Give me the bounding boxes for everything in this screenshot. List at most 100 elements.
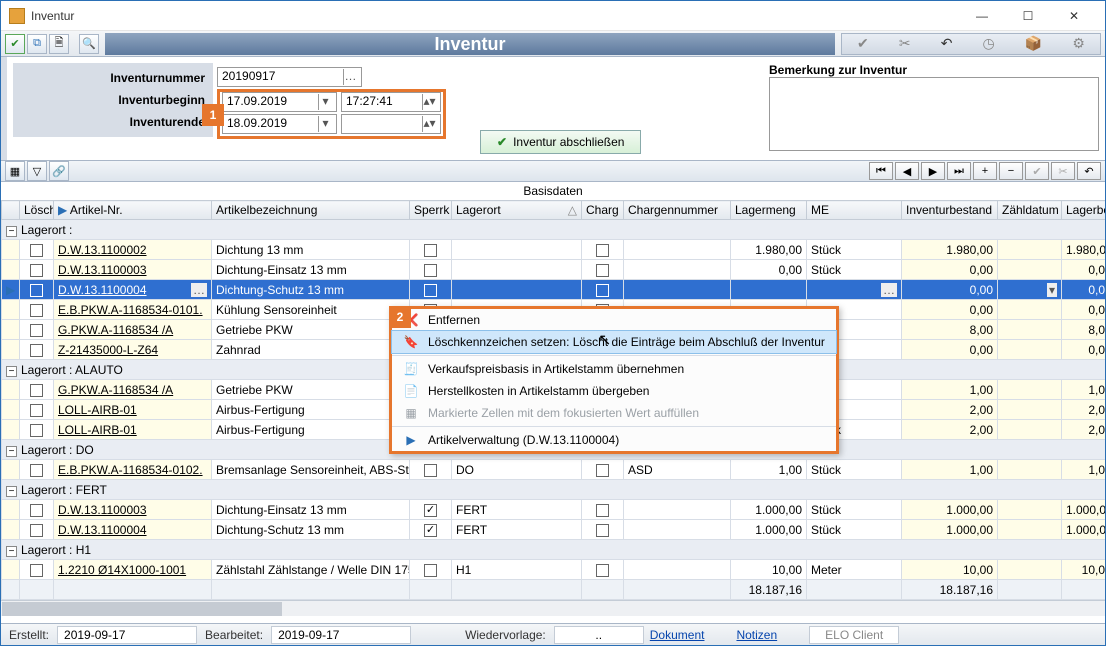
artikel-nr-link[interactable]: LOLL-AIRB-01	[58, 403, 137, 417]
artikel-nr-link[interactable]: G.PKW.A-1168534 /A	[58, 323, 173, 337]
sperr-checkbox[interactable]	[424, 524, 437, 537]
delete-checkbox[interactable]	[30, 404, 43, 417]
sperr-checkbox[interactable]	[424, 284, 437, 297]
sperr-checkbox[interactable]	[424, 504, 437, 517]
artikel-nr-link[interactable]: D.W.13.1100003	[58, 503, 147, 517]
nav-next-button[interactable]: ▶	[921, 162, 945, 180]
chevron-down-icon[interactable]: ▾	[318, 94, 332, 110]
context-menu-item[interactable]: ❌Entfernen	[392, 309, 836, 331]
delete-checkbox[interactable]	[30, 304, 43, 317]
search-icon[interactable]: 🔍	[79, 34, 99, 54]
lookup-icon[interactable]: …	[343, 69, 357, 85]
status-elo-button[interactable]: ELO Client	[809, 626, 899, 644]
end-date-field[interactable]: 18.09.2019	[227, 116, 318, 132]
begin-time-field[interactable]: 17:27:41	[346, 94, 422, 110]
charge-checkbox[interactable]	[596, 464, 609, 477]
col-bezeichnung[interactable]: Artikelbezeichnung	[212, 201, 410, 220]
inventur-abschliessen-button[interactable]: ✔ Inventur abschließen	[480, 130, 641, 154]
artikel-nr-link[interactable]: G.PKW.A-1168534 /A	[58, 383, 173, 397]
begin-date-field[interactable]: 17.09.2019	[227, 94, 318, 110]
charge-checkbox[interactable]	[596, 504, 609, 517]
close-button[interactable]: ✕	[1051, 1, 1097, 31]
minimize-button[interactable]: —	[959, 1, 1005, 31]
context-menu-item[interactable]: ▶Artikelverwaltung (D.W.13.1100004)	[392, 429, 836, 451]
doc-icon[interactable]: 🗎	[49, 34, 69, 54]
chevron-down-icon[interactable]: ▾	[318, 116, 332, 132]
nav-last-button[interactable]: ⏭	[947, 162, 971, 180]
sperr-checkbox[interactable]	[424, 564, 437, 577]
table-row[interactable]: ▶D.W.13.1100004 …Dichtung-Schutz 13 mm…0…	[2, 280, 1106, 300]
table-row[interactable]: D.W.13.1100002Dichtung 13 mm1.980,00Stüc…	[2, 240, 1106, 260]
horizontal-scrollbar[interactable]	[1, 600, 1105, 616]
grid-header-row[interactable]: Lösch ▶ Artikel-Nr. Artikelbezeichnung S…	[2, 201, 1106, 220]
sperr-checkbox[interactable]	[424, 464, 437, 477]
col-zaehldatum[interactable]: Zähldatum	[998, 201, 1062, 220]
artikel-nr-link[interactable]: D.W.13.1100004	[58, 523, 147, 537]
table-row[interactable]: 1.2210 Ø14X1000-1001Zählstahl Zählstange…	[2, 560, 1106, 580]
remark-textarea[interactable]	[769, 77, 1099, 151]
settings-icon[interactable]: ⚙	[1072, 35, 1085, 52]
end-time-field[interactable]	[346, 116, 422, 132]
grid-icon[interactable]: ▦	[5, 161, 25, 181]
link-icon[interactable]: 🔗	[49, 161, 69, 181]
delete-checkbox[interactable]	[30, 384, 43, 397]
table-row[interactable]: D.W.13.1100003Dichtung-Einsatz 13 mm0,00…	[2, 260, 1106, 280]
sperr-checkbox[interactable]	[424, 264, 437, 277]
box-icon[interactable]: 📦	[1025, 35, 1042, 52]
col-sperrk[interactable]: Sperrk	[410, 201, 452, 220]
spinner-icon[interactable]: ▴▾	[422, 94, 436, 110]
confirm-icon[interactable]: ✔	[5, 34, 25, 54]
context-menu-item[interactable]: 📄Herstellkosten in Artikelstamm übergebe…	[392, 380, 836, 402]
delete-checkbox[interactable]	[30, 284, 43, 297]
delete-checkbox[interactable]	[30, 244, 43, 257]
remove-row-button[interactable]: −	[999, 162, 1023, 180]
delete-checkbox[interactable]	[30, 524, 43, 537]
charge-checkbox[interactable]	[596, 284, 609, 297]
charge-checkbox[interactable]	[596, 564, 609, 577]
grid-undo-button[interactable]: ↶	[1077, 162, 1101, 180]
maximize-button[interactable]: ☐	[1005, 1, 1051, 31]
table-row[interactable]: D.W.13.1100004Dichtung-Schutz 13 mmFERT1…	[2, 520, 1106, 540]
delete-checkbox[interactable]	[30, 464, 43, 477]
artikel-nr-link[interactable]: D.W.13.1100003	[58, 263, 147, 277]
delete-checkbox[interactable]	[30, 564, 43, 577]
col-me[interactable]: ME	[807, 201, 902, 220]
filter-icon[interactable]: ▽	[27, 161, 47, 181]
artikel-nr-link[interactable]: D.W.13.1100004	[58, 283, 147, 297]
add-row-button[interactable]: +	[973, 162, 997, 180]
artikel-nr-link[interactable]: 1.2210 Ø14X1000-1001	[58, 563, 186, 577]
clock-icon[interactable]: ◷	[983, 35, 995, 52]
delete-checkbox[interactable]	[30, 324, 43, 337]
table-row[interactable]: D.W.13.1100003Dichtung-Einsatz 13 mmFERT…	[2, 500, 1106, 520]
context-menu-item[interactable]: 🧾Verkaufspreisbasis in Artikelstamm über…	[392, 358, 836, 380]
status-dokument-link[interactable]: Dokument	[650, 628, 705, 642]
group-row[interactable]: −Lagerort :	[2, 220, 1106, 240]
delete-checkbox[interactable]	[30, 424, 43, 437]
spinner-icon[interactable]: ▴▾	[422, 116, 436, 132]
artikel-nr-link[interactable]: D.W.13.1100002	[58, 243, 147, 257]
context-menu-item[interactable]: 🔖Löschkennzeichen setzen: Löscht die Ein…	[391, 330, 837, 354]
nav-first-button[interactable]: ⏮	[869, 162, 893, 180]
artikel-nr-link[interactable]: Z-21435000-L-Z64	[58, 343, 158, 357]
col-chargennummer[interactable]: Chargennummer	[624, 201, 731, 220]
artikel-nr-link[interactable]: E.B.PKW.A-1168534-0102.	[58, 463, 203, 477]
col-delete[interactable]: Lösch	[20, 201, 54, 220]
nav-prev-button[interactable]: ◀	[895, 162, 919, 180]
artikel-nr-link[interactable]: LOLL-AIRB-01	[58, 423, 137, 437]
charge-checkbox[interactable]	[596, 244, 609, 257]
sperr-checkbox[interactable]	[424, 244, 437, 257]
delete-checkbox[interactable]	[30, 344, 43, 357]
col-lagerort[interactable]: Lagerort △	[452, 201, 582, 220]
status-notizen-link[interactable]: Notizen	[736, 628, 777, 642]
col-inventurbestand[interactable]: Inventurbestand	[902, 201, 998, 220]
copy-icon[interactable]: ⧉	[27, 34, 47, 54]
undo-icon[interactable]: ↶	[941, 35, 953, 52]
col-artikel-nr[interactable]: ▶ Artikel-Nr.	[54, 201, 212, 220]
delete-checkbox[interactable]	[30, 504, 43, 517]
group-row[interactable]: −Lagerort : H1	[2, 540, 1106, 560]
col-lagermenge[interactable]: Lagermeng	[731, 201, 807, 220]
col-charge[interactable]: Charg	[582, 201, 624, 220]
charge-checkbox[interactable]	[596, 264, 609, 277]
col-lagerbe[interactable]: Lagerbe	[1062, 201, 1106, 220]
charge-checkbox[interactable]	[596, 524, 609, 537]
